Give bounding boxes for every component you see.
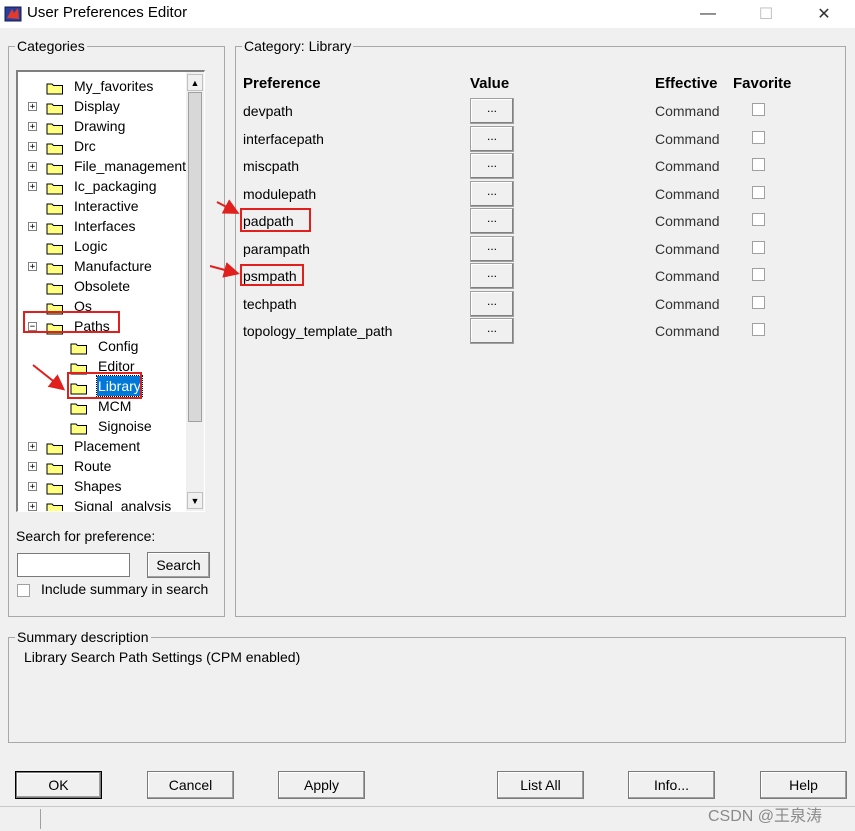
library-arrow <box>32 364 66 391</box>
annotation-arrows <box>32 199 240 391</box>
padpath-arrow <box>216 199 240 214</box>
psmpath-arrow <box>209 262 240 278</box>
